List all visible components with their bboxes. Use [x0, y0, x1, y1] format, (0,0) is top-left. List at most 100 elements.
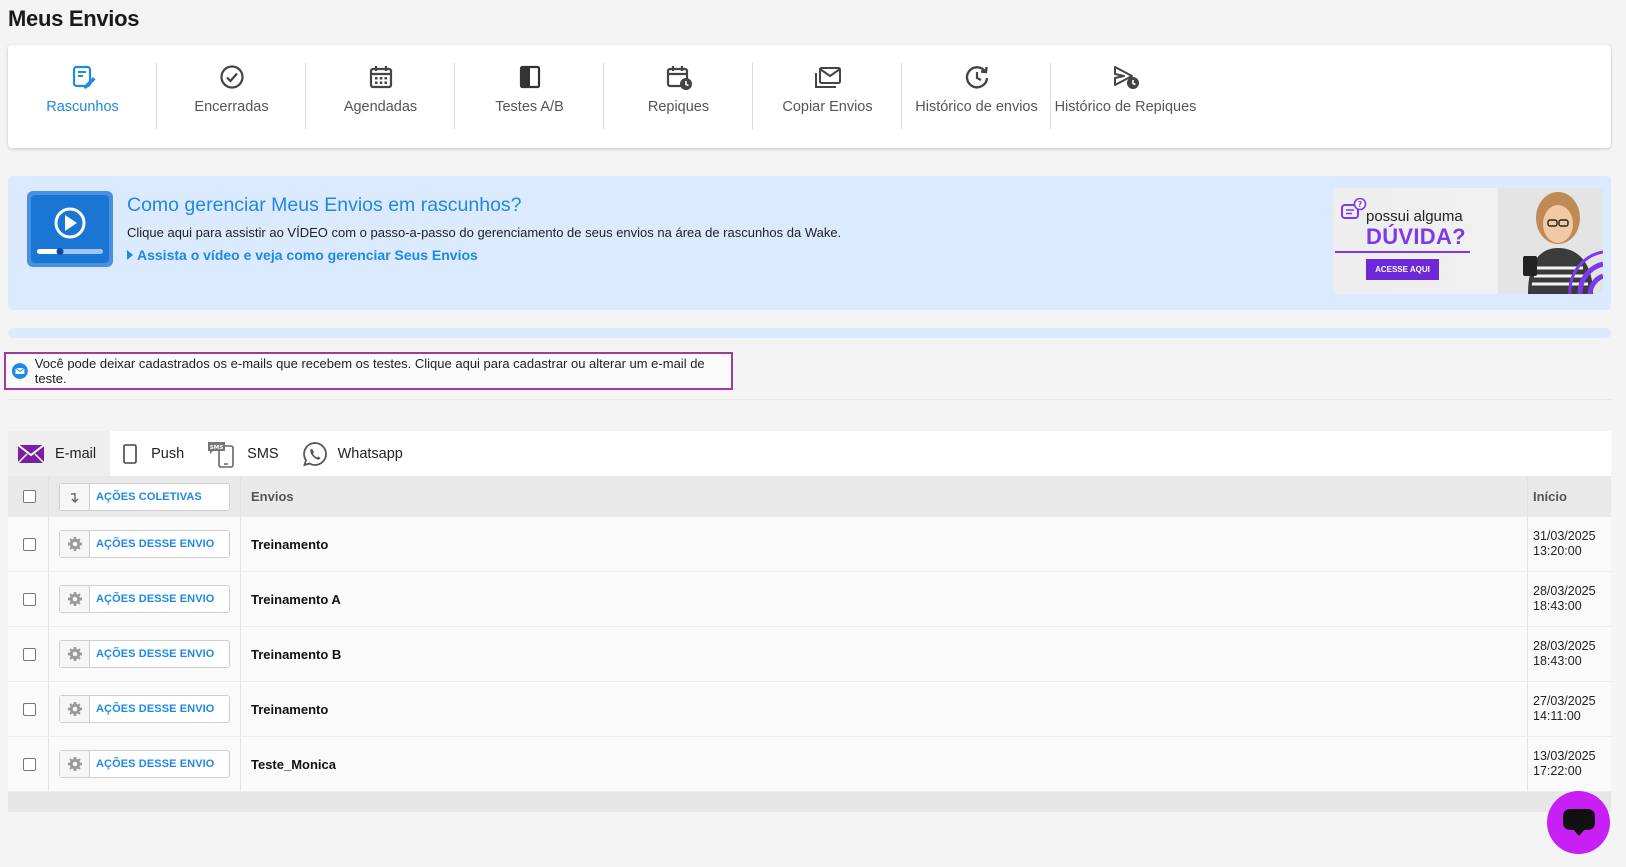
- tab-email[interactable]: E-mail: [8, 431, 111, 476]
- table-row[interactable]: AÇÕES DESSE ENVIO Treinamento 27/03/2025…: [8, 682, 1611, 737]
- nav-rascunhos-label: Rascunhos: [46, 99, 119, 115]
- envio-start: 28/03/2025 18:43:00: [1533, 639, 1596, 669]
- envio-start-time: 14:11:00: [1533, 709, 1581, 723]
- nav-encerradas-label: Encerradas: [194, 99, 269, 115]
- nav-encerradas[interactable]: Encerradas: [157, 63, 306, 129]
- calendar-clock-icon: [666, 66, 692, 90]
- tab-whatsapp-label: Whatsapp: [337, 445, 403, 462]
- nav-copiar-envios[interactable]: Copiar Envios: [753, 63, 902, 129]
- chat-button[interactable]: [1547, 791, 1610, 854]
- video-player-icon: [27, 191, 113, 267]
- envio-start-time: 13:20:00: [1533, 544, 1582, 558]
- promo-line2: DÚVIDA?: [1366, 224, 1466, 249]
- table-row[interactable]: AÇÕES DESSE ENVIO Treinamento B 28/03/20…: [8, 627, 1611, 682]
- watch-video-link[interactable]: Assista o vídeo e veja como gerenciar Se…: [127, 247, 478, 263]
- test-email-notice-text: Você pode deixar cadastrados os e-mails …: [34, 356, 705, 386]
- row-actions-button[interactable]: AÇÕES DESSE ENVIO: [59, 585, 230, 613]
- chat-bubble-icon: [1562, 808, 1595, 836]
- svg-text:SMS: SMS: [210, 445, 223, 451]
- promo-access-button[interactable]: ACESSE AQUI: [1366, 259, 1439, 280]
- envio-start-date: 27/03/2025: [1533, 694, 1596, 708]
- column-envios[interactable]: Envios: [251, 489, 294, 504]
- row-actions-label: AÇÕES DESSE ENVIO: [96, 648, 215, 660]
- divider: [8, 399, 1611, 400]
- whatsapp-icon: [302, 441, 327, 466]
- nav-historico-repiques-label: Histórico de Repiques: [1054, 99, 1197, 115]
- banner-description: Clique aqui para assistir ao VÍDEO com o…: [127, 225, 842, 240]
- bulk-actions-label: AÇÕES COLETIVAS: [96, 490, 202, 503]
- check-circle-icon: [219, 65, 244, 89]
- tab-email-label: E-mail: [55, 445, 97, 462]
- row-actions-label: AÇÕES DESSE ENVIO: [96, 703, 215, 715]
- nav-rascunhos[interactable]: Rascunhos: [8, 63, 157, 129]
- calendar-icon: [369, 66, 392, 89]
- envio-name[interactable]: Treinamento A: [251, 592, 341, 607]
- history-icon: [965, 66, 988, 89]
- play-triangle-icon: [127, 250, 133, 260]
- envio-name[interactable]: Treinamento: [251, 702, 328, 717]
- envio-start-date: 13/03/2025: [1533, 749, 1596, 763]
- table-row[interactable]: AÇÕES DESSE ENVIO Teste_Monica 13/03/202…: [8, 737, 1611, 792]
- mail-circle-icon: [12, 363, 28, 379]
- envio-start: 31/03/2025 13:20:00: [1533, 529, 1596, 559]
- row-checkbox[interactable]: [23, 647, 36, 661]
- tab-sms[interactable]: SMS SMS: [198, 431, 292, 476]
- channel-tabs: E-mail Push SMS SMS Whatsapp: [8, 431, 1611, 476]
- select-all-checkbox[interactable]: [23, 490, 36, 503]
- nav-historico-repiques[interactable]: Histórico de Repiques: [1051, 63, 1200, 129]
- promo-line1: possui alguma: [1366, 208, 1463, 225]
- envio-start: 28/03/2025 18:43:00: [1533, 584, 1596, 614]
- row-checkbox[interactable]: [23, 702, 36, 716]
- svg-text:?: ?: [1358, 200, 1363, 209]
- envio-name[interactable]: Treinamento B: [251, 647, 341, 662]
- help-promo-card[interactable]: ? possui alguma DÚVIDA? ACESSE AQUI: [1333, 188, 1603, 294]
- promo-access-button-label: ACESSE AQUI: [1375, 265, 1430, 274]
- mail-copy-icon: [814, 67, 841, 88]
- envio-name[interactable]: Treinamento: [251, 537, 328, 552]
- nav-agendadas-label: Agendadas: [343, 99, 418, 115]
- gear-icon: [67, 757, 82, 771]
- table-row[interactable]: AÇÕES DESSE ENVIO Treinamento 31/03/2025…: [8, 517, 1611, 572]
- row-actions-label: AÇÕES DESSE ENVIO: [96, 758, 215, 770]
- row-actions-label: AÇÕES DESSE ENVIO: [96, 538, 215, 550]
- nav-testes-ab[interactable]: Testes A/B: [455, 63, 604, 129]
- envio-start-date: 28/03/2025: [1533, 584, 1596, 598]
- chat-question-icon: ?: [1341, 198, 1367, 219]
- tab-sms-label: SMS: [247, 445, 279, 462]
- video-tutorial-banner[interactable]: Como gerenciar Meus Envios em rascunhos?…: [8, 176, 1611, 310]
- nav-agendadas[interactable]: Agendadas: [306, 63, 455, 129]
- nav-repiques[interactable]: Repiques: [604, 63, 753, 129]
- nav-testes-ab-label: Testes A/B: [495, 99, 564, 115]
- mobile-phone-icon: [123, 443, 137, 464]
- tab-whatsapp[interactable]: Whatsapp: [293, 431, 417, 476]
- row-checkbox[interactable]: [23, 757, 36, 771]
- envelope-icon: [17, 443, 45, 464]
- table-row[interactable]: AÇÕES DESSE ENVIO Treinamento A 28/03/20…: [8, 572, 1611, 627]
- gear-icon: [67, 592, 82, 606]
- drafts-icon: [72, 65, 95, 89]
- bulk-actions-button[interactable]: AÇÕES COLETIVAS: [59, 482, 230, 511]
- row-actions-button[interactable]: AÇÕES DESSE ENVIO: [59, 695, 230, 723]
- sms-phone-icon: SMS: [208, 441, 234, 468]
- column-inicio[interactable]: Início: [1533, 489, 1567, 504]
- test-email-notice[interactable]: Você pode deixar cadastrados os e-mails …: [4, 352, 733, 390]
- woman-photo-illustration: [1498, 188, 1603, 294]
- envio-start-time: 18:43:00: [1533, 654, 1582, 668]
- row-actions-label: AÇÕES DESSE ENVIO: [96, 593, 215, 605]
- row-actions-button[interactable]: AÇÕES DESSE ENVIO: [59, 750, 230, 778]
- row-checkbox[interactable]: [23, 537, 36, 551]
- envios-table: AÇÕES COLETIVAS Envios Início AÇÕES DESS…: [8, 476, 1611, 812]
- row-checkbox[interactable]: [23, 592, 36, 606]
- loading-strip: [8, 328, 1611, 338]
- tab-push[interactable]: Push: [110, 431, 198, 476]
- envio-start: 27/03/2025 14:11:00: [1533, 694, 1596, 724]
- envio-start-time: 17:22:00: [1533, 764, 1582, 778]
- envios-nav: Rascunhos Encerradas Agendadas Testes A/…: [8, 45, 1611, 148]
- row-actions-button[interactable]: AÇÕES DESSE ENVIO: [59, 530, 230, 558]
- envio-start-date: 31/03/2025: [1533, 529, 1596, 543]
- envio-name[interactable]: Teste_Monica: [251, 757, 336, 772]
- envio-start-date: 28/03/2025: [1533, 639, 1596, 653]
- nav-historico-envios[interactable]: Histórico de envios: [902, 63, 1051, 129]
- row-actions-button[interactable]: AÇÕES DESSE ENVIO: [59, 640, 230, 668]
- nav-copiar-envios-label: Copiar Envios: [782, 99, 873, 115]
